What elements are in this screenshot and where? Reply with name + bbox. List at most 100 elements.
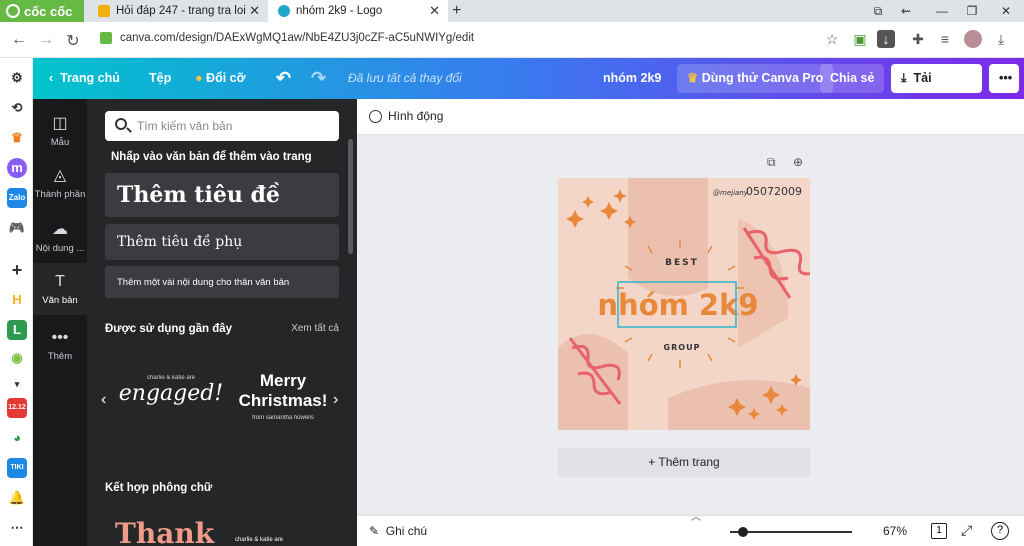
tab-bar: cốc cốc Hỏi đáp 247 - trang tra loi ✕ nh… (0, 0, 1024, 22)
recent-sample-engaged[interactable]: charlie & katie are engaged! (115, 375, 227, 406)
expand-icon[interactable]: ▾ (7, 374, 27, 394)
carousel-next-icon[interactable]: › (333, 391, 338, 409)
minimize-icon[interactable]: — (930, 0, 954, 22)
tab-canva[interactable]: nhóm 2k9 - Logo ✕ (268, 0, 448, 22)
rail-item-more[interactable]: ••• Thêm (33, 329, 87, 369)
close-window-icon[interactable]: ✕ (994, 0, 1018, 22)
editor-toolbar: Hình động (357, 99, 1024, 135)
design-date-text[interactable]: 05072009 (746, 185, 802, 198)
zoom-level[interactable]: 67% (883, 524, 907, 538)
design-handle-text[interactable]: @mejiany (713, 189, 749, 197)
fullscreen-icon[interactable]: ⤢ (961, 522, 972, 539)
design-best-text[interactable]: BEST (665, 258, 699, 268)
notes-label: Ghi chú (385, 524, 428, 538)
zalo-icon[interactable]: Zalo (7, 188, 27, 208)
sale-app-icon[interactable]: 12.12 (7, 398, 27, 418)
undo-icon[interactable]: ↶ (276, 58, 291, 99)
notes-button[interactable]: ✎ Ghi chú (369, 524, 427, 538)
recent-sample-christmas[interactable]: Merry Christmas! from samantha howells (233, 371, 333, 421)
share-button[interactable]: Chia sẻ (820, 64, 885, 93)
resize-button[interactable]: ● Đổi cỡ (195, 58, 246, 99)
back-icon[interactable]: ⇜ (894, 0, 918, 22)
combo-sample-small[interactable]: charlie & katie are (235, 537, 283, 543)
tab-hoidap[interactable]: Hỏi đáp 247 - trang tra loi ✕ (88, 0, 268, 22)
forward-button[interactable]: → (37, 31, 55, 49)
profile-avatar[interactable] (964, 30, 982, 48)
url-field[interactable]: canva.com/design/DAExWgMQ1aw/NbE4ZU3j0cZ… (100, 32, 474, 44)
rail-item-templates[interactable]: ◫ Mẫu (33, 113, 87, 153)
game-icon[interactable]: 🎮 (7, 218, 27, 238)
panel-hint: Nhấp vào văn bản để thêm vào trang (111, 151, 312, 163)
text-panel: Tìm kiếm văn bản Nhấp vào văn bản để thê… (87, 99, 357, 546)
add-body-text-button[interactable]: Thêm một vài nội dung cho thân văn bản (105, 266, 339, 298)
reload-button[interactable]: ↻ (64, 31, 82, 51)
add-heading-button[interactable]: Thêm tiêu đề (105, 173, 339, 217)
zoom-slider-knob[interactable] (738, 527, 748, 537)
notification-bell-icon[interactable]: 🔔 (7, 488, 27, 508)
rail-item-text[interactable]: T Văn bản (33, 263, 87, 315)
coccoc-app-icon[interactable]: ◉ (7, 348, 27, 368)
messenger-icon[interactable]: m (7, 158, 27, 178)
back-button[interactable]: ← (10, 31, 28, 49)
add-subheading-button[interactable]: Thêm tiêu đề phụ (105, 224, 339, 260)
file-menu[interactable]: Tệp (149, 58, 171, 99)
panel-scrollbar[interactable] (348, 139, 353, 254)
map-app-icon[interactable]: ◕ (7, 428, 27, 448)
rail-label: Văn bản (42, 295, 78, 306)
crown-icon[interactable]: ♛ (7, 128, 27, 148)
page-count-button[interactable]: 1 (931, 523, 947, 539)
design-canvas[interactable]: @mejiany 05072009 BEST nhóm 2k9 GROUP (558, 178, 810, 430)
design-group-text[interactable]: GROUP (664, 343, 701, 352)
try-pro-button[interactable]: ♛ Dùng thử Canva Pro (677, 64, 834, 93)
downloads-icon[interactable]: ⤓ (992, 30, 1010, 48)
bookmark-star-icon[interactable]: ☆ (823, 30, 841, 48)
history-icon[interactable]: ⟲ (7, 98, 27, 118)
sample-small-text: charlie & katie are (146, 375, 196, 381)
close-tab-icon[interactable]: ✕ (429, 3, 440, 19)
brand-label: cốc cốc (24, 3, 73, 19)
l-app-icon[interactable]: L (7, 320, 27, 340)
carousel-prev-icon[interactable]: ‹ (101, 391, 106, 409)
secure-icon (100, 32, 112, 44)
resize-label: Đổi cỡ (206, 71, 246, 85)
rail-item-uploads[interactable]: ☁ Nội dung ... (33, 219, 87, 263)
new-tab-button[interactable]: + (452, 0, 461, 22)
more-options-button[interactable]: ••• (989, 64, 1019, 93)
more-apps-icon[interactable]: ⋯ (7, 518, 27, 538)
redo-icon[interactable]: ↷ (311, 58, 326, 99)
text-search-input[interactable]: Tìm kiếm văn bản (105, 111, 339, 141)
browser-sidebar: ⚙ ⟲ ♛ m Zalo 🎮 + H L ◉ ▾ 12.12 ◕ TIKI 🔔 … (0, 58, 33, 546)
rail-item-elements[interactable]: ◬ Thành phần (33, 165, 87, 209)
canva-icon (278, 5, 290, 17)
help-icon[interactable]: ? (991, 522, 1009, 540)
coccoc-logo-icon (6, 4, 20, 18)
settings-icon[interactable]: ⚙ (7, 68, 27, 88)
maximize-icon[interactable]: ❐ (960, 0, 984, 22)
see-all-link[interactable]: Xem tất cả (291, 323, 339, 334)
sample-script-text: engaged! (118, 381, 224, 406)
reading-list-icon[interactable]: ≡ (936, 30, 954, 48)
zoom-slider[interactable] (730, 527, 852, 537)
browser-brand[interactable]: cốc cốc (0, 0, 84, 22)
combo-sample-thank[interactable]: Thank (115, 517, 214, 546)
add-page-icon[interactable]: ⊕ (793, 155, 803, 169)
add-page-button[interactable]: + Thêm trang (558, 448, 810, 477)
puzzle-icon[interactable]: ✚ (909, 30, 927, 48)
notes-icon: ✎ (369, 524, 380, 538)
extension-icon[interactable]: ▣ (851, 30, 869, 48)
tiki-icon[interactable]: TIKI (7, 458, 27, 478)
design-title[interactable]: nhóm 2k9 (603, 58, 661, 99)
close-tab-icon[interactable]: ✕ (249, 3, 260, 19)
expand-pages-icon[interactable]: ︿ (691, 508, 701, 523)
home-link[interactable]: ‹ Trang chủ (49, 58, 120, 99)
download-button[interactable]: ⤓ Tải xuống (891, 64, 982, 114)
rail-label: Mẫu (50, 137, 70, 148)
design-main-title[interactable]: nhóm 2k9 (597, 288, 758, 322)
hoidap-app-icon[interactable]: H (7, 290, 27, 310)
picture-icon[interactable]: ⧉ (866, 0, 890, 22)
animate-button[interactable]: Hình động (369, 109, 443, 123)
download-ext-icon[interactable]: ↓ (877, 30, 895, 48)
duplicate-page-icon[interactable]: ⧉ (767, 155, 776, 170)
crown-icon: ● (195, 71, 203, 85)
add-app-icon[interactable]: + (7, 260, 27, 280)
